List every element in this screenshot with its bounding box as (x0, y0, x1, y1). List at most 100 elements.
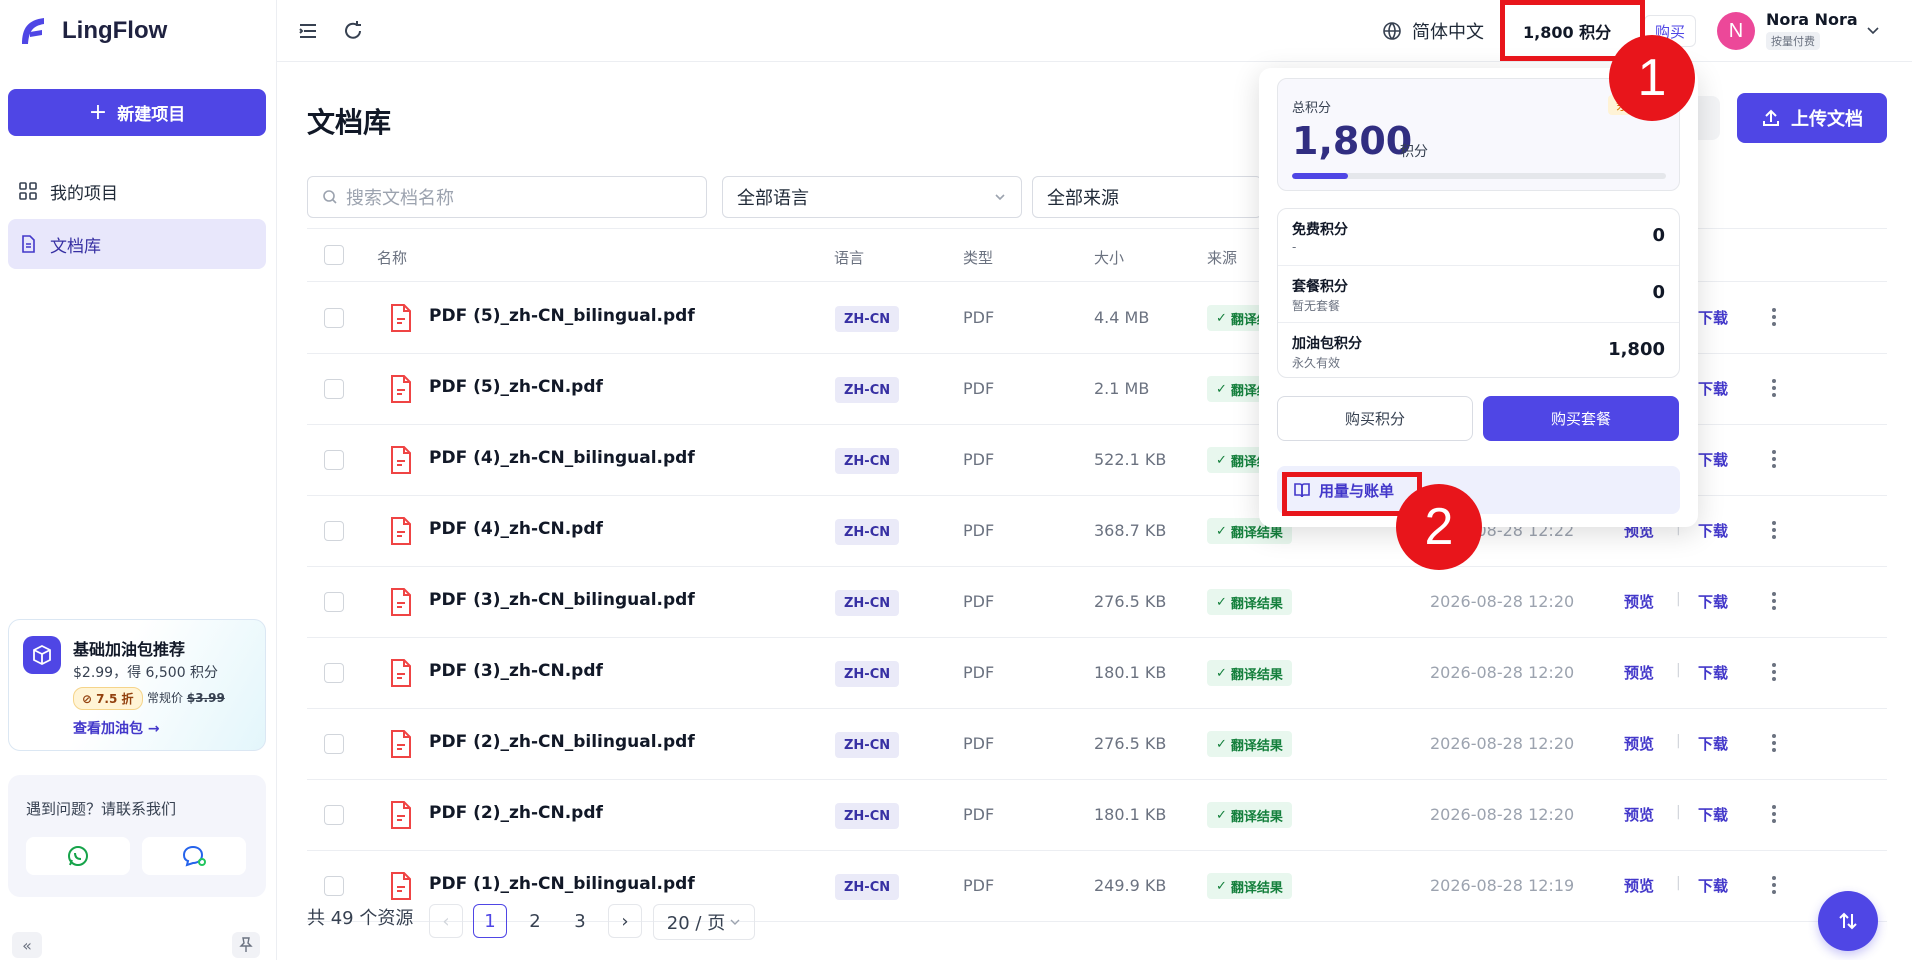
collapse-sidebar-button[interactable]: « (12, 932, 42, 958)
column-header-size[interactable]: 大小 (1094, 247, 1124, 268)
table-row[interactable]: PDF (3)_zh-CN_bilingual.pdf ZH-CN PDF 27… (307, 567, 1887, 638)
plus-icon: + (88, 99, 108, 125)
more-vertical-icon[interactable] (1769, 589, 1779, 613)
select-all-checkbox[interactable] (324, 245, 344, 265)
row-checkbox[interactable] (324, 379, 344, 399)
more-vertical-icon[interactable] (1769, 873, 1779, 897)
new-project-button[interactable]: + 新建项目 (8, 89, 266, 136)
avatar[interactable]: N (1717, 12, 1755, 50)
sidebar-item-my-projects[interactable]: 我的项目 (8, 166, 266, 216)
file-name[interactable]: PDF (5)_zh-CN_bilingual.pdf (429, 306, 695, 326)
page-size-select[interactable]: 20 / 页 (653, 904, 755, 940)
pdf-file-icon (391, 801, 411, 829)
package-icon (23, 636, 61, 674)
preview-link[interactable]: 预览 (1624, 804, 1654, 825)
pdf-file-icon (391, 446, 411, 474)
action-separator: | (1676, 733, 1681, 749)
credit-row-label: 免费积分 (1292, 222, 1348, 238)
more-vertical-icon[interactable] (1769, 305, 1779, 329)
row-checkbox[interactable] (324, 592, 344, 612)
row-checkbox[interactable] (324, 876, 344, 896)
whatsapp-button[interactable] (26, 837, 130, 875)
page-button-2[interactable]: 2 (518, 904, 552, 938)
language-selector[interactable]: 简体中文 (1382, 18, 1484, 44)
sidebar-item-document-library[interactable]: 文档库 (8, 219, 266, 269)
sort-fab-button[interactable] (1818, 891, 1878, 951)
credits-button[interactable]: 1,800 积分 (1505, 13, 1611, 49)
refresh-icon[interactable] (341, 19, 365, 43)
language-filter-select[interactable]: 全部语言 (722, 176, 1022, 218)
download-link[interactable]: 下载 (1698, 804, 1728, 825)
file-name[interactable]: PDF (1)_zh-CN_bilingual.pdf (429, 874, 695, 894)
preview-link[interactable]: 预览 (1624, 875, 1654, 896)
next-page-button[interactable]: › (608, 904, 642, 938)
download-link[interactable]: 下载 (1698, 449, 1728, 470)
user-name[interactable]: Nora Nora (1766, 10, 1858, 29)
more-vertical-icon[interactable] (1769, 731, 1779, 755)
buy-credits-button[interactable]: 购买积分 (1277, 396, 1473, 441)
column-header-type[interactable]: 类型 (963, 247, 993, 268)
chat-button[interactable] (142, 837, 246, 875)
menu-icon[interactable] (296, 19, 320, 43)
file-date: 2026-08-28 12:20 (1430, 663, 1575, 682)
source-tag: ✓ 翻译结果 (1207, 731, 1292, 757)
download-link[interactable]: 下载 (1698, 875, 1728, 896)
check-icon: ✓ (1216, 381, 1227, 397)
column-header-source[interactable]: 来源 (1207, 247, 1237, 268)
source-filter-select[interactable]: 全部来源 (1032, 176, 1262, 218)
file-name[interactable]: PDF (4)_zh-CN_bilingual.pdf (429, 448, 695, 468)
view-packages-link[interactable]: 查看加油包 → (73, 718, 160, 738)
download-link[interactable]: 下载 (1698, 520, 1728, 541)
preview-link[interactable]: 预览 (1624, 591, 1654, 612)
file-size: 180.1 KB (1094, 805, 1167, 824)
usage-billing-link[interactable]: 用量与账单 (1277, 466, 1680, 514)
table-row[interactable]: PDF (2)_zh-CN.pdf ZH-CN PDF 180.1 KB ✓ 翻译… (307, 780, 1887, 851)
row-checkbox[interactable] (324, 521, 344, 541)
more-vertical-icon[interactable] (1769, 376, 1779, 400)
row-checkbox[interactable] (324, 308, 344, 328)
upload-document-button[interactable]: 上传文档 (1737, 93, 1887, 143)
row-checkbox[interactable] (324, 450, 344, 470)
file-type: PDF (963, 734, 995, 753)
table-row[interactable]: PDF (3)_zh-CN.pdf ZH-CN PDF 180.1 KB ✓ 翻译… (307, 638, 1887, 709)
file-name[interactable]: PDF (4)_zh-CN.pdf (429, 519, 603, 539)
column-header-name[interactable]: 名称 (377, 247, 407, 268)
logo[interactable]: LingFlow (18, 14, 167, 48)
file-name[interactable]: PDF (5)_zh-CN.pdf (429, 377, 603, 397)
buy-plan-button[interactable]: 购买套餐 (1483, 396, 1679, 441)
chevron-down-icon (730, 919, 740, 925)
source-filter-value: 全部来源 (1047, 188, 1119, 209)
more-vertical-icon[interactable] (1769, 802, 1779, 826)
file-name[interactable]: PDF (2)_zh-CN.pdf (429, 803, 603, 823)
help-card: 遇到问题？请联系我们 (8, 775, 266, 897)
download-link[interactable]: 下载 (1698, 662, 1728, 683)
source-label: 翻译结果 (1230, 809, 1283, 825)
more-vertical-icon[interactable] (1769, 447, 1779, 471)
regular-price-label: 常规价 (147, 691, 184, 705)
preview-link[interactable]: 预览 (1624, 662, 1654, 683)
page-button-3[interactable]: 3 (563, 904, 597, 938)
language-tag: ZH-CN (835, 661, 900, 687)
download-link[interactable]: 下载 (1698, 378, 1728, 399)
column-header-language[interactable]: 语言 (834, 247, 864, 268)
pin-button[interactable] (232, 932, 260, 958)
file-name[interactable]: PDF (3)_zh-CN_bilingual.pdf (429, 590, 695, 610)
file-name[interactable]: PDF (2)_zh-CN_bilingual.pdf (429, 732, 695, 752)
search-input[interactable]: 搜索文档名称 (307, 176, 707, 218)
preview-link[interactable]: 预览 (1624, 733, 1654, 754)
page-button-1[interactable]: 1 (473, 904, 507, 938)
download-link[interactable]: 下载 (1698, 591, 1728, 612)
new-project-label: 新建项目 (117, 105, 186, 125)
more-vertical-icon[interactable] (1769, 518, 1779, 542)
file-name[interactable]: PDF (3)_zh-CN.pdf (429, 661, 603, 681)
download-link[interactable]: 下载 (1698, 733, 1728, 754)
prev-page-button[interactable]: ‹ (429, 904, 463, 938)
row-checkbox[interactable] (324, 805, 344, 825)
chevron-down-icon[interactable] (1865, 22, 1881, 38)
row-checkbox[interactable] (324, 663, 344, 683)
file-date: 2026-08-28 12:20 (1430, 592, 1575, 611)
row-checkbox[interactable] (324, 734, 344, 754)
table-row[interactable]: PDF (2)_zh-CN_bilingual.pdf ZH-CN PDF 27… (307, 709, 1887, 780)
more-vertical-icon[interactable] (1769, 660, 1779, 684)
download-link[interactable]: 下载 (1698, 307, 1728, 328)
